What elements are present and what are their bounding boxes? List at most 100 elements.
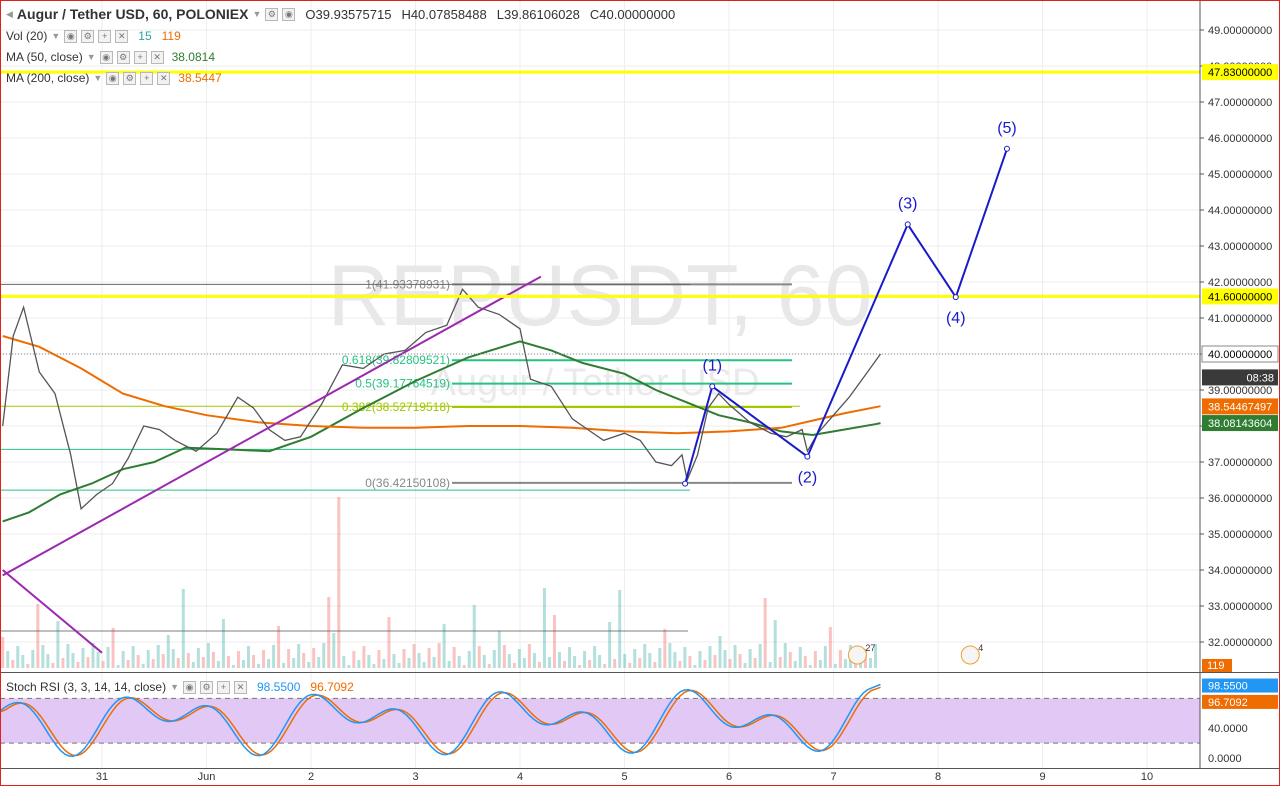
volume-bar bbox=[482, 655, 486, 668]
volume-bar bbox=[247, 646, 251, 668]
volume-bar bbox=[522, 658, 526, 668]
time-axis-label: 3 bbox=[412, 771, 418, 783]
volume-bar bbox=[146, 650, 150, 668]
volume-bar bbox=[71, 653, 75, 668]
chevron-down-icon[interactable]: ▼ bbox=[51, 31, 60, 41]
volume-bar bbox=[758, 644, 762, 668]
volume-bar bbox=[101, 661, 105, 668]
close-icon[interactable]: ✕ bbox=[115, 29, 129, 43]
volume-bar bbox=[512, 663, 516, 668]
volume-bar bbox=[372, 664, 376, 668]
volume-bar bbox=[547, 657, 551, 668]
indicator-label[interactable]: MA (50, close) bbox=[6, 50, 83, 64]
add-icon[interactable]: + bbox=[217, 680, 230, 694]
visibility-icon[interactable]: ◉ bbox=[106, 71, 120, 85]
price-axis-label: 32.00000000 bbox=[1208, 637, 1272, 649]
symbol-legend: ◀ Augur / Tether USD, 60, POLONIEX ▼ ⚙ ◉… bbox=[6, 6, 675, 22]
settings-icon[interactable]: ⚙ bbox=[200, 680, 213, 694]
price-axis-label: 49.00000000 bbox=[1208, 25, 1272, 37]
settings-icon[interactable]: ⚙ bbox=[116, 50, 130, 64]
volume-bar bbox=[487, 664, 491, 668]
elliott-wave-label: (4) bbox=[946, 310, 966, 327]
elliott-wave-point[interactable] bbox=[952, 294, 959, 301]
tradingview-chart[interactable]: REPUSDT, 60Augur / Tether USD1(41.933789… bbox=[0, 0, 1280, 786]
volume-bar bbox=[357, 660, 361, 668]
volume-bar bbox=[211, 652, 215, 668]
volume-bar bbox=[236, 651, 240, 668]
volume-bar bbox=[342, 656, 346, 668]
elliott-wave-point[interactable] bbox=[904, 221, 911, 228]
volume-bar bbox=[663, 629, 667, 668]
close-icon[interactable]: ✕ bbox=[150, 50, 164, 64]
visibility-icon[interactable]: ◉ bbox=[282, 7, 296, 21]
settings-icon[interactable]: ⚙ bbox=[81, 29, 95, 43]
volume-bar bbox=[778, 657, 782, 668]
chevron-down-icon[interactable]: ▼ bbox=[170, 682, 179, 692]
time-axis[interactable]: 31 Jun 2 3 4 5 6 7 8 9 10 bbox=[0, 768, 1280, 786]
volume-bar bbox=[427, 648, 431, 668]
volume-bar bbox=[46, 654, 50, 668]
event-flag-icon[interactable] bbox=[960, 645, 980, 665]
volume-bar bbox=[472, 605, 476, 668]
volume-bar bbox=[833, 664, 837, 668]
volume-bar bbox=[633, 649, 637, 668]
indicator-label[interactable]: Vol (20) bbox=[6, 29, 47, 43]
volume-bar bbox=[297, 644, 301, 668]
volume-bar bbox=[106, 647, 110, 668]
time-axis-label: 10 bbox=[1141, 771, 1153, 783]
indicator-value: 38.5447 bbox=[178, 71, 222, 85]
volume-label-text: 119 bbox=[1207, 660, 1225, 672]
settings-icon[interactable]: ⚙ bbox=[123, 71, 137, 85]
volume-bar bbox=[51, 663, 55, 668]
add-icon[interactable]: + bbox=[133, 50, 147, 64]
elliott-wave-point[interactable] bbox=[804, 453, 811, 460]
elliott-wave-point[interactable] bbox=[1003, 145, 1010, 152]
price-axis-label: 33.00000000 bbox=[1208, 601, 1272, 613]
visibility-icon[interactable]: ◉ bbox=[183, 680, 196, 694]
volume-bar bbox=[287, 649, 291, 668]
volume-bar bbox=[327, 597, 331, 668]
volume-bar bbox=[658, 648, 662, 668]
volume-bar bbox=[1, 637, 5, 668]
volume-bar bbox=[552, 615, 556, 668]
volume-bar bbox=[196, 648, 200, 668]
close-icon[interactable]: ✕ bbox=[157, 71, 171, 85]
chevron-down-icon[interactable]: ▼ bbox=[87, 52, 96, 62]
event-flag-icon[interactable] bbox=[847, 645, 867, 665]
elliott-wave-point[interactable] bbox=[709, 383, 716, 390]
volume-bar bbox=[397, 663, 401, 668]
volume-bar bbox=[467, 651, 471, 668]
settings-icon[interactable]: ⚙ bbox=[265, 7, 279, 21]
price-pane[interactable]: REPUSDT, 60Augur / Tether USD1(41.933789… bbox=[0, 0, 1280, 672]
symbol-title[interactable]: Augur / Tether USD, 60, POLONIEX bbox=[17, 6, 249, 22]
volume-bar bbox=[387, 617, 391, 668]
volume-bar bbox=[206, 643, 210, 668]
elliott-wave-point[interactable] bbox=[682, 480, 689, 487]
chevron-down-icon[interactable]: ▼ bbox=[252, 9, 261, 19]
indicator-label[interactable]: MA (200, close) bbox=[6, 71, 89, 85]
close-icon[interactable]: ✕ bbox=[234, 680, 247, 694]
ohlc-close: C40.00000000 bbox=[589, 6, 676, 22]
volume-bar bbox=[332, 633, 336, 668]
add-icon[interactable]: + bbox=[140, 71, 154, 85]
volume-bar bbox=[497, 631, 501, 668]
chevron-down-icon[interactable]: ▼ bbox=[93, 73, 102, 83]
add-icon[interactable]: + bbox=[98, 29, 112, 43]
volume-bar bbox=[803, 656, 807, 668]
visibility-icon[interactable]: ◉ bbox=[99, 50, 113, 64]
price-axis-label: 37.00000000 bbox=[1208, 457, 1272, 469]
trend-line[interactable] bbox=[2, 569, 103, 654]
time-axis-label: 6 bbox=[726, 771, 732, 783]
volume-bar bbox=[121, 651, 125, 668]
indicator-legend-ma50: MA (50, close) ▼ ◉ ⚙ + ✕ 38.0814 bbox=[6, 50, 215, 64]
volume-bar bbox=[673, 652, 677, 668]
volume-bar bbox=[241, 660, 245, 668]
volume-bar bbox=[708, 646, 712, 668]
collapse-icon[interactable]: ◀ bbox=[6, 9, 13, 20]
indicator-label[interactable]: Stoch RSI (3, 3, 14, 14, close) bbox=[6, 680, 166, 694]
event-count: 4 bbox=[978, 643, 983, 653]
volume-bar bbox=[302, 653, 306, 668]
volume-bar bbox=[527, 644, 531, 668]
visibility-icon[interactable]: ◉ bbox=[64, 29, 78, 43]
volume-bar bbox=[578, 665, 582, 668]
